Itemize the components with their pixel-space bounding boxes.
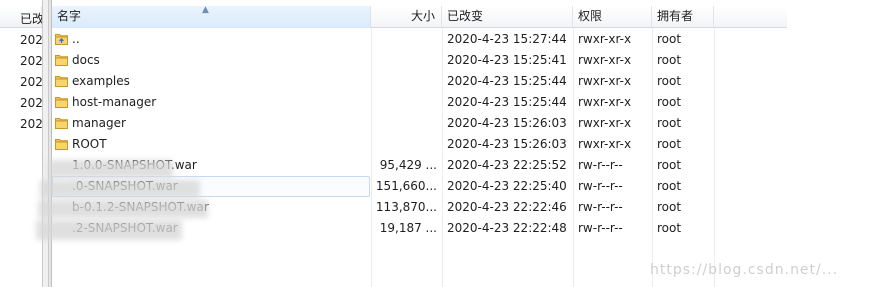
file-modified: 2020-4-23 15:26:03 <box>447 137 567 151</box>
file-permissions: rwxr-xr-x <box>578 53 632 67</box>
file-permissions: rw-r--r-- <box>578 200 623 214</box>
file-size <box>371 71 437 92</box>
file-owner: root <box>657 53 682 67</box>
file-size <box>371 29 437 50</box>
file-owner: root <box>657 74 682 88</box>
sort-ascending-icon: ▲ <box>202 5 209 15</box>
file-permissions: rw-r--r-- <box>578 158 623 172</box>
file-modified: 2020-4-23 15:25:41 <box>447 53 567 67</box>
file-size <box>371 113 437 134</box>
file-permissions: rwxr-xr-x <box>578 137 632 151</box>
file-owner: root <box>657 179 682 193</box>
file-size: 113,870... <box>375 200 437 214</box>
file-name: host-manager <box>72 95 157 109</box>
file-modified: 2020-4-23 15:26:03 <box>447 116 567 130</box>
file-size: 151,660... <box>375 179 437 193</box>
file-owner: root <box>657 116 682 130</box>
file-permissions: rwxr-xr-x <box>578 32 632 46</box>
left-header-label: 已改 <box>20 12 45 26</box>
left-row[interactable]: 202 <box>20 30 43 51</box>
redaction-blur <box>38 200 208 218</box>
file-name: manager <box>72 116 126 130</box>
file-owner: root <box>657 158 682 172</box>
file-row[interactable]: docs 2020-4-23 15:25:41 rwxr-xr-x root <box>52 50 787 71</box>
file-size <box>371 134 437 155</box>
file-name: ROOT <box>72 137 107 151</box>
file-modified: 2020-4-23 15:27:44 <box>447 32 567 46</box>
parent-folder-icon <box>55 34 68 45</box>
redaction-blur <box>48 160 173 178</box>
column-header-modified[interactable]: 已改变 <box>442 6 573 28</box>
file-owner: root <box>657 32 682 46</box>
column-header-permissions-label: 权限 <box>578 9 603 23</box>
file-size: 19,187 ... <box>379 221 437 235</box>
redaction-blur <box>36 220 182 240</box>
file-row[interactable]: manager 2020-4-23 15:26:03 rwxr-xr-x root <box>52 113 787 134</box>
empty-area <box>787 0 879 287</box>
file-permissions: rw-r--r-- <box>578 179 623 193</box>
file-row[interactable]: ROOT 2020-4-23 15:26:03 rwxr-xr-x root <box>52 134 787 155</box>
column-header-permissions[interactable]: 权限 <box>573 6 652 28</box>
column-header-name[interactable]: 名字 ▲ <box>52 5 371 28</box>
file-permissions: rwxr-xr-x <box>578 74 632 88</box>
folder-icon <box>55 97 68 108</box>
left-pane-scrollbar[interactable] <box>42 0 49 287</box>
file-modified: 2020-4-23 15:25:44 <box>447 74 567 88</box>
left-header-modified[interactable]: 已改 <box>0 6 45 28</box>
folder-icon <box>55 76 68 87</box>
folder-icon <box>55 139 68 150</box>
redaction-blur <box>40 180 200 198</box>
file-permissions: rwxr-xr-x <box>578 95 632 109</box>
file-size: 95,429 ... <box>379 158 437 172</box>
file-modified: 2020-4-23 22:25:40 <box>447 179 567 193</box>
file-owner: root <box>657 221 682 235</box>
left-row[interactable]: 202 <box>20 72 43 93</box>
file-size <box>371 50 437 71</box>
file-modified: 2020-4-23 22:22:46 <box>447 200 567 214</box>
file-row[interactable]: .. 2020-4-23 15:27:44 rwxr-xr-x root <box>52 29 787 50</box>
left-row[interactable]: 202 <box>20 51 43 72</box>
file-row[interactable]: host-manager 2020-4-23 15:25:44 rwxr-xr-x r… <box>52 92 787 113</box>
file-modified: 2020-4-23 22:25:52 <box>447 158 567 172</box>
column-header-owner-label: 拥有者 <box>657 9 694 23</box>
file-size <box>371 92 437 113</box>
column-header-size-label: 大小 <box>410 9 435 23</box>
left-row[interactable]: 202 <box>20 114 43 135</box>
column-header-row: 名字 ▲ 大小 已改变 权限 拥有者 <box>52 5 787 28</box>
column-header-size[interactable]: 大小 <box>371 6 442 28</box>
column-header-name-label: 名字 <box>57 9 82 23</box>
column-header-owner[interactable]: 拥有者 <box>652 6 714 28</box>
file-owner: root <box>657 137 682 151</box>
file-permissions: rw-r--r-- <box>578 221 623 235</box>
column-header-modified-label: 已改变 <box>447 9 484 23</box>
folder-icon <box>55 55 68 66</box>
left-pane: 已改 202 202 202 202 202 <box>0 0 47 287</box>
file-owner: root <box>657 95 682 109</box>
watermark-text: https://blog.csdn.net/... <box>650 262 839 278</box>
file-name: examples <box>72 74 130 88</box>
file-permissions: rwxr-xr-x <box>578 116 632 130</box>
file-modified: 2020-4-23 22:22:48 <box>447 221 567 235</box>
file-row[interactable]: examples 2020-4-23 15:25:44 rwxr-xr-x root <box>52 71 787 92</box>
file-name: .. <box>72 32 80 46</box>
file-owner: root <box>657 200 682 214</box>
left-row[interactable]: 202 <box>20 93 43 114</box>
folder-icon <box>55 118 68 129</box>
file-name: docs <box>72 53 100 67</box>
file-modified: 2020-4-23 15:25:44 <box>447 95 567 109</box>
